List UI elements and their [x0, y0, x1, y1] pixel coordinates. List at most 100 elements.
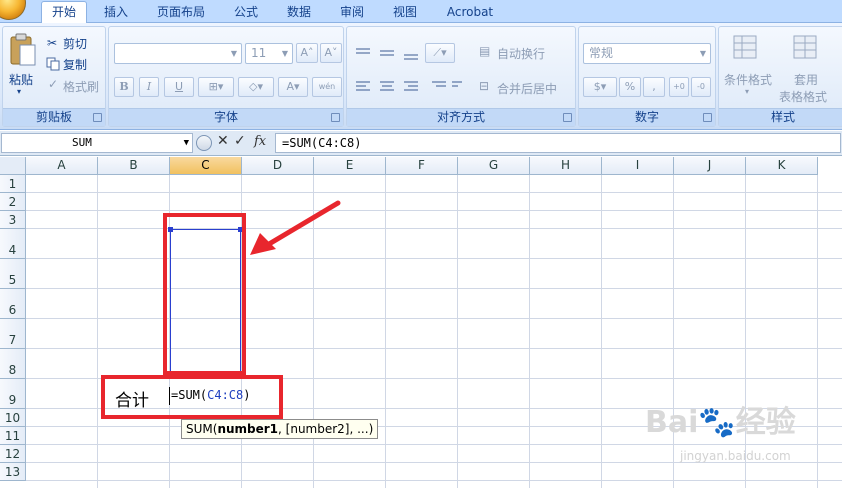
name-box[interactable]: SUM ▼ — [1, 133, 193, 153]
phonetic-button[interactable]: wén — [312, 77, 342, 97]
column-header-j[interactable]: J — [674, 157, 746, 175]
row-header-1[interactable]: 1 — [0, 175, 26, 193]
format-table-line1[interactable]: 套用 — [794, 71, 818, 88]
cell-b9-label[interactable]: 合计 — [115, 386, 149, 411]
underline-button[interactable]: U — [164, 77, 194, 97]
fill-color-button[interactable]: ◇▾ — [238, 77, 274, 97]
orientation-button[interactable]: ⟋▾ — [425, 43, 455, 63]
row-gridline — [26, 228, 842, 229]
row-number: 10 — [4, 411, 21, 425]
column-gridline — [817, 175, 818, 488]
column-header-h[interactable]: H — [530, 157, 602, 175]
comma-button[interactable]: , — [643, 77, 665, 97]
alignment-launcher-icon[interactable] — [563, 113, 572, 122]
horizontal-align-icons — [356, 81, 462, 91]
merge-center-button[interactable]: 合并后居中 — [497, 80, 557, 97]
row-header-13[interactable]: 13 — [0, 463, 26, 481]
conditional-format-button[interactable]: 条件格式 — [724, 71, 772, 88]
row-header-10[interactable]: 10 — [0, 409, 26, 427]
row-header-8[interactable]: 8 — [0, 349, 26, 379]
row-number: 5 — [8, 273, 17, 287]
row-header-4[interactable]: 4 — [0, 229, 26, 259]
insert-function-icon[interactable]: fx — [254, 134, 266, 149]
tab-view[interactable]: 视图 — [385, 3, 425, 23]
row-header-2[interactable]: 2 — [0, 193, 26, 211]
column-header-i[interactable]: I — [602, 157, 674, 175]
column-header-e[interactable]: E — [314, 157, 386, 175]
conditional-dropdown-icon[interactable]: ▾ — [745, 87, 749, 96]
format-table-line2[interactable]: 表格格式 — [779, 88, 827, 105]
row-header-12[interactable]: 12 — [0, 445, 26, 463]
clipboard-label: 剪贴板 — [3, 108, 105, 126]
grow-font-button[interactable]: A˄ — [296, 43, 318, 63]
tab-review[interactable]: 审阅 — [332, 3, 372, 23]
tab-acrobat[interactable]: Acrobat — [440, 3, 500, 23]
border-button[interactable]: ⊞▾ — [198, 77, 234, 97]
tab-formulas[interactable]: 公式 — [226, 3, 266, 23]
font-color-button[interactable]: A▾ — [278, 77, 308, 97]
column-header-g[interactable]: G — [458, 157, 530, 175]
number-launcher-icon[interactable] — [703, 113, 712, 122]
column-header-b[interactable]: B — [98, 157, 170, 175]
number-format-combo[interactable]: 常规 ▼ — [583, 43, 711, 64]
row-number: 6 — [8, 303, 17, 317]
wrap-text-button[interactable]: 自动换行 — [497, 45, 545, 62]
row-header-5[interactable]: 5 — [0, 259, 26, 289]
tab-page-layout[interactable]: 页面布局 — [148, 3, 214, 23]
paste-button[interactable]: 粘贴 — [9, 71, 33, 88]
baidu-watermark: Bai🐾经验 — [645, 405, 796, 440]
cell-c9-editor[interactable]: =SUM(C4:C8) — [169, 382, 281, 408]
worksheet-grid[interactable]: ABCDEFGHIJK 1 2 3 4 5 6 7 8 9 10 11 12 13 合计 =SUM(C4… — [0, 157, 842, 488]
cut-button[interactable]: 剪切 — [63, 35, 87, 52]
font-name-combo[interactable]: ▼ — [114, 43, 242, 64]
column-header-c[interactable]: C — [170, 157, 242, 175]
row-header-6[interactable]: 6 — [0, 289, 26, 319]
currency-button[interactable]: $▾ — [583, 77, 617, 97]
bold-button[interactable]: B — [114, 77, 134, 97]
font-group: ▼ 11 ▼ A˄ A˅ B I U ⊞▾ ◇▾ A▾ wén 字体 — [108, 26, 344, 127]
percent-button[interactable]: % — [619, 77, 641, 97]
row-gridline — [26, 192, 842, 193]
increase-decimal-button[interactable]: +0 — [669, 77, 689, 97]
row-number: 8 — [8, 363, 17, 377]
tab-insert[interactable]: 插入 — [95, 3, 137, 23]
column-header-d[interactable]: D — [242, 157, 314, 175]
font-launcher-icon[interactable] — [331, 113, 340, 122]
row-gridline — [26, 288, 842, 289]
cancel-icon[interactable]: ✕ — [217, 133, 229, 149]
formula-suffix: ) — [243, 388, 251, 402]
column-header-k[interactable]: K — [746, 157, 818, 175]
copy-button[interactable]: 复制 — [63, 56, 87, 73]
row-gridline — [26, 480, 842, 481]
column-header-f[interactable]: F — [386, 157, 458, 175]
row-header-3[interactable]: 3 — [0, 211, 26, 229]
clipboard-launcher-icon[interactable] — [93, 113, 102, 122]
row-header-9[interactable]: 9 — [0, 379, 26, 409]
format-painter-button[interactable]: 格式刷 — [63, 78, 99, 95]
tab-home[interactable]: 开始 — [41, 1, 87, 24]
function-tooltip[interactable]: SUM(number1, [number2], ...) — [181, 419, 379, 439]
formula-bar-grip-icon[interactable] — [196, 135, 212, 151]
font-size-combo[interactable]: 11 ▼ — [245, 43, 293, 64]
number-group: 常规 ▼ $▾ % , +0 -0 数字 — [578, 26, 716, 127]
column-header-a[interactable]: A — [26, 157, 98, 175]
paste-icon — [10, 33, 36, 66]
alignment-label: 对齐方式 — [347, 108, 575, 126]
enter-icon[interactable]: ✓ — [234, 133, 246, 149]
format-as-table-icon — [793, 35, 817, 59]
select-all-corner[interactable] — [0, 157, 26, 175]
decrease-decimal-button[interactable]: -0 — [691, 77, 711, 97]
alignment-group: ⟋▾ ▤ 自动换行 ⊟ 合并后居中 对齐方式 — [346, 26, 576, 127]
italic-button[interactable]: I — [139, 77, 159, 97]
row-number: 2 — [8, 195, 17, 209]
tab-data[interactable]: 数据 — [279, 3, 319, 23]
office-button[interactable] — [0, 0, 26, 20]
column-gridline — [385, 175, 386, 488]
formula-input[interactable]: =SUM(C4:C8) — [275, 133, 841, 153]
paste-dropdown-icon[interactable]: ▾ — [17, 87, 21, 96]
copy-icon — [46, 57, 60, 71]
row-header-11[interactable]: 11 — [0, 427, 26, 445]
row-header-7[interactable]: 7 — [0, 319, 26, 349]
column-gridline — [457, 175, 458, 488]
shrink-font-button[interactable]: A˅ — [320, 43, 342, 63]
